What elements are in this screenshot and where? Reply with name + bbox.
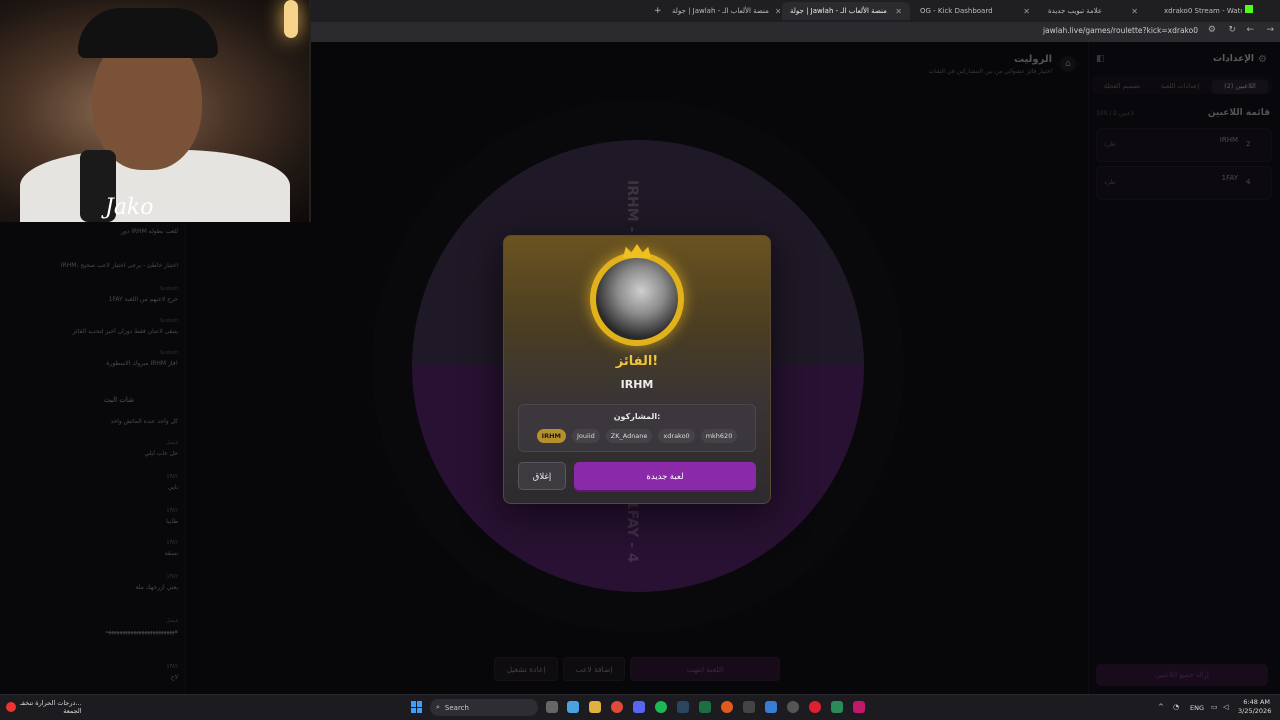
participant-chip: mkh620 [700,429,738,443]
kick-icon [1245,5,1253,13]
participant-chip: xdrako0 [658,429,695,443]
participant-chip: Jouiid [572,429,600,443]
streamer-signature-logo: Jako [105,195,154,220]
url-field[interactable]: jawlah.live/games/roulette?kick=xdrako0 [1043,26,1198,35]
taskbar-clock[interactable]: 6:48 AM 3/25/2026 [1238,698,1271,716]
cap [78,8,218,58]
participants-list: IRHM Jouiid ZK_Adnane xdrako0 mkh620 [518,429,756,443]
new-game-button[interactable]: لعبة جديدة [574,462,756,490]
app-icon[interactable] [765,701,777,713]
close-tab-icon[interactable]: ✕ [1017,7,1030,16]
windows-start-icon[interactable] [411,701,423,713]
participant-chip: ZK_Adnane [605,429,653,443]
app-icon[interactable] [831,701,843,713]
browser-tab-active[interactable]: جولة | Jawlah - منصة الألعاب الـ ✕ [782,2,910,20]
site-settings-icon[interactable]: ⚙ [1208,25,1216,35]
search-icon: ⌕ [436,703,440,711]
wifi-icon[interactable]: ◔ [1173,703,1179,711]
network-icon[interactable]: ▭ [1211,703,1218,711]
language-indicator[interactable]: ENG [1190,704,1204,712]
file-explorer-icon[interactable] [589,701,601,713]
app-icon[interactable] [743,701,755,713]
browser-tab[interactable]: OG - Kick Dashboard ✕ [912,2,1038,20]
taskbar-search[interactable]: ⌕ Search [430,699,538,716]
app-icon[interactable] [853,701,865,713]
discord-icon[interactable] [633,701,645,713]
obs-icon[interactable] [787,701,799,713]
lamp [284,0,298,38]
close-button[interactable]: إغلاق [518,462,566,490]
chevron-up-icon[interactable]: ^ [1158,703,1164,711]
participants-label: المشاركون: [613,412,661,421]
winner-avatar [596,258,678,340]
chrome-icon[interactable] [611,701,623,713]
volume-icon[interactable]: ◁ [1223,703,1228,711]
close-tab-icon[interactable]: ✕ [889,7,902,16]
weather-widget[interactable]: درجات الحرارة تنخفـ... الجمعة [6,699,82,715]
copilot-icon[interactable] [567,701,579,713]
back-icon[interactable]: ← [1246,25,1254,35]
forward-icon[interactable]: → [1266,25,1274,35]
app-icon[interactable] [809,701,821,713]
browser-tab[interactable]: علامة تبويب جديدة ✕ [1040,2,1146,20]
weather-icon [6,702,16,712]
steam-icon[interactable] [677,701,689,713]
browser-tab[interactable]: جولة | Jawlah - منصة الألعاب الـ ✕ [664,2,780,20]
browser-tab[interactable]: xdrako0 Stream - Watch Li✕ [1156,2,1242,20]
app-icon[interactable] [721,701,733,713]
participant-chip: IRHM [536,429,566,443]
excel-icon[interactable] [699,701,711,713]
reload-icon[interactable]: ↻ [1228,25,1236,35]
close-tab-icon[interactable]: ✕ [769,7,780,16]
webcam-overlay [0,0,311,222]
close-tab-icon[interactable]: ✕ [1125,7,1138,16]
winner-title: الفائز! [615,354,659,369]
task-view-icon[interactable] [546,701,558,713]
spotify-icon[interactable] [655,701,667,713]
new-tab-button[interactable]: + [646,2,662,20]
winner-name: IRHM [620,378,654,391]
